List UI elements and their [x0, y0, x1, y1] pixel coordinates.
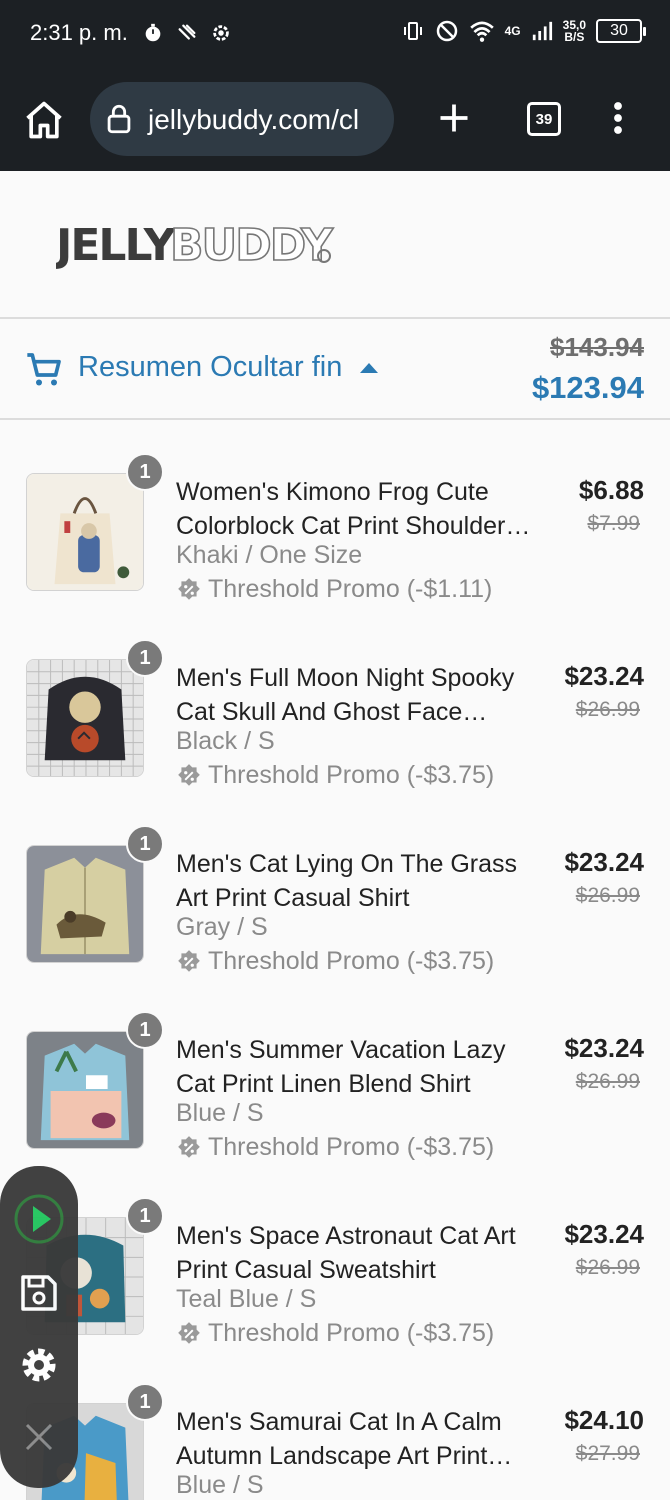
- quantity-badge: 1: [126, 825, 164, 863]
- quantity-badge: 1: [126, 1197, 164, 1235]
- status-time: 2:31 p. m.: [30, 20, 128, 45]
- tabs-icon[interactable]: 39: [527, 102, 561, 136]
- save-icon[interactable]: [14, 1268, 64, 1318]
- product-title[interactable]: Men's Samurai Cat In A Calm Autumn Lands…: [176, 1405, 540, 1473]
- signal-icon: [532, 21, 552, 41]
- item-price: $23.24: [564, 661, 644, 691]
- battery-indicator: 30: [596, 19, 646, 43]
- product-variant: Blue / S: [176, 1471, 264, 1499]
- browser-toolbar: jellybuddy.com/cl 39: [0, 78, 670, 160]
- promo-tag-icon: [178, 763, 200, 786]
- promo-text: Threshold Promo (-$1.11): [208, 575, 493, 603]
- product-variant: Blue / S: [176, 1099, 264, 1127]
- product-thumbnail: [26, 659, 144, 777]
- item-compare-price: $26.99: [575, 1256, 640, 1279]
- order-summary-toggle[interactable]: Resumen Ocultar fin $143.94 $123.94: [0, 320, 670, 418]
- item-compare-price: $26.99: [575, 884, 640, 907]
- promo-tag-icon: [178, 1135, 200, 1158]
- logo-text-part2: BUDDY: [170, 220, 334, 270]
- list-item: 1 Men's Samurai Cat In A Calm Autumn Lan…: [0, 1350, 670, 1500]
- promo-line: Threshold Promo (-$1.11): [176, 575, 492, 604]
- item-compare-price: $26.99: [575, 1070, 640, 1093]
- promo-tag-icon: [178, 1321, 200, 1344]
- browser-chrome: 2:31 p. m. 4G 35,0 B/S 30 jellybuddy.com/…: [0, 0, 670, 171]
- product-title[interactable]: Men's Cat Lying On The Grass Art Print C…: [176, 847, 540, 915]
- settings-status-icon: [213, 25, 229, 41]
- plus-icon[interactable]: [436, 100, 472, 136]
- quantity-badge: 1: [126, 1383, 164, 1421]
- timer-icon: [145, 23, 161, 42]
- promo-tag-icon: [178, 577, 200, 600]
- product-thumbnail: [26, 1031, 144, 1149]
- wifi-icon: [469, 21, 494, 42]
- do-not-disturb-icon: [436, 20, 457, 42]
- cart-icon: [27, 353, 61, 386]
- promo-tag-icon: [178, 949, 200, 972]
- product-thumbnail: [26, 845, 144, 963]
- item-compare-price: $27.99: [575, 1442, 640, 1465]
- promo-text: Threshold Promo (-$3.75): [208, 1133, 495, 1161]
- net-speed: 35,0 B/S: [562, 18, 586, 44]
- home-icon[interactable]: [22, 98, 66, 142]
- summary-toggle-label: Resumen Ocultar fin: [78, 351, 343, 383]
- status-bar: 2:31 p. m. 4G 35,0 B/S 30: [0, 0, 670, 68]
- list-item: 1 Men's Full Moon Night Spooky Cat Skull…: [0, 606, 670, 792]
- product-variant: Gray / S: [176, 913, 268, 941]
- url-text: jellybuddy.com/cl: [148, 104, 360, 135]
- jellybuddy-logo[interactable]: JELLY BUDDY: [56, 218, 346, 270]
- product-variant: Khaki / One Size: [176, 541, 363, 569]
- product-variant: Black / S: [176, 727, 275, 755]
- item-price: $24.10: [564, 1405, 644, 1435]
- item-compare-price: $26.99: [575, 698, 640, 721]
- list-item: 1 Women's Kimono Frog Cute Colorblock Ca…: [0, 420, 670, 606]
- floating-recorder-panel: [0, 1166, 78, 1488]
- network-type: 4G: [504, 24, 521, 38]
- item-price: $6.88: [578, 475, 644, 505]
- list-item: 1 Men's Cat Lying On The Grass Art Print…: [0, 792, 670, 978]
- kebab-menu-icon[interactable]: [604, 100, 632, 136]
- status-notification-icons: [142, 22, 232, 44]
- product-variant: Teal Blue / S: [176, 1285, 317, 1313]
- caret-up-icon: [360, 362, 379, 373]
- promo-line: Threshold Promo (-$3.75): [176, 1319, 494, 1348]
- item-price: $23.24: [564, 1033, 644, 1063]
- gesture-icon: [178, 24, 196, 40]
- product-title[interactable]: Men's Full Moon Night Spooky Cat Skull A…: [176, 661, 540, 729]
- product-title[interactable]: Women's Kimono Frog Cute Colorblock Cat …: [176, 475, 540, 543]
- list-item: 1 Men's Space Astronaut Cat Art Print Ca…: [0, 1164, 670, 1350]
- vibrate-icon: [403, 22, 422, 40]
- product-thumbnail: [26, 473, 144, 591]
- divider: [0, 317, 670, 319]
- quantity-badge: 1: [126, 453, 164, 491]
- item-compare-price: $7.99: [587, 512, 640, 535]
- summary-toggle-label-group[interactable]: Resumen Ocultar fin: [78, 351, 379, 384]
- product-title[interactable]: Men's Summer Vacation Lazy Cat Print Lin…: [176, 1033, 540, 1101]
- promo-text: Threshold Promo (-$3.75): [208, 947, 495, 975]
- original-total: $143.94: [550, 332, 644, 362]
- promo-line: Threshold Promo (-$3.75): [176, 761, 494, 790]
- item-price: $23.24: [564, 1219, 644, 1249]
- logo-text-part1: JELLY: [56, 220, 177, 270]
- item-price: $23.24: [564, 847, 644, 877]
- promo-text: Threshold Promo (-$3.75): [208, 1319, 495, 1347]
- address-bar[interactable]: jellybuddy.com/cl: [90, 82, 394, 156]
- promo-line: Threshold Promo (-$3.75): [176, 947, 494, 976]
- product-title[interactable]: Men's Space Astronaut Cat Art Print Casu…: [176, 1219, 540, 1287]
- gear-icon[interactable]: [14, 1340, 64, 1390]
- list-item: 1 Men's Summer Vacation Lazy Cat Print L…: [0, 978, 670, 1164]
- promo-line: Threshold Promo (-$3.75): [176, 1133, 494, 1162]
- status-right-icons: 4G 35,0 B/S 30: [401, 18, 646, 44]
- quantity-badge: 1: [126, 1011, 164, 1049]
- order-total: $123.94: [531, 370, 644, 405]
- lock-icon: [107, 104, 131, 134]
- promo-text: Threshold Promo (-$3.75): [208, 761, 495, 789]
- close-icon[interactable]: [14, 1412, 64, 1462]
- play-icon[interactable]: [14, 1194, 64, 1244]
- quantity-badge: 1: [126, 639, 164, 677]
- line-items-list: 1 Women's Kimono Frog Cute Colorblock Ca…: [0, 420, 670, 1500]
